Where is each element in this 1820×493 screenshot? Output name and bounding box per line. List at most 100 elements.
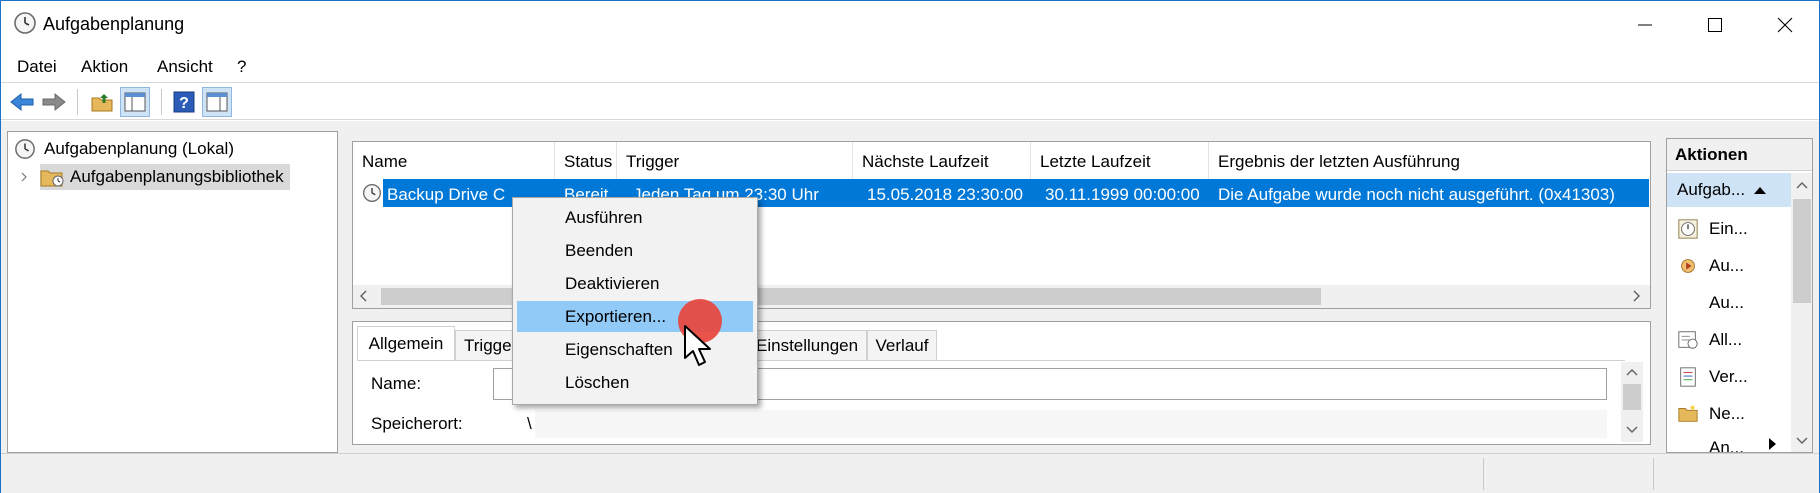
action-item-an[interactable]: An... xyxy=(1667,429,1777,453)
tab-verlauf[interactable]: Verlauf xyxy=(867,330,937,361)
tree-node-library-label: Aufgabenplanungsbibliothek xyxy=(70,167,284,186)
context-menu-item-label: Eigenschaften xyxy=(565,339,673,359)
close-icon xyxy=(1777,17,1793,33)
context-menu-item-label: Deaktivieren xyxy=(565,273,660,293)
column-header-trigger[interactable]: Trigger xyxy=(617,142,853,182)
context-menu-disable[interactable]: Deaktivieren xyxy=(517,268,753,299)
column-header-result[interactable]: Ergebnis der letzten Ausführung xyxy=(1209,142,1650,182)
menu-datei[interactable]: Datei xyxy=(17,57,57,77)
column-header-last-run-label: Letzte Laufzeit xyxy=(1040,152,1151,171)
action-item-au-2[interactable]: Au... xyxy=(1667,284,1792,321)
title-bar[interactable]: Aufgabenplanung xyxy=(1,1,1819,49)
column-header-name[interactable]: Name xyxy=(353,142,555,182)
folder-clock-icon xyxy=(40,170,64,187)
toolbar-separator xyxy=(161,89,162,115)
help-button[interactable]: ? xyxy=(169,87,199,117)
toolbar-separator xyxy=(77,89,78,115)
chevron-down-icon[interactable] xyxy=(1626,424,1638,434)
action-pane-icon xyxy=(206,92,228,112)
scrollbar-thumb[interactable] xyxy=(1623,384,1641,410)
tree-node-library[interactable]: Aufgabenplanungsbibliothek xyxy=(18,164,290,190)
submenu-arrow-icon[interactable] xyxy=(1767,437,1777,451)
collapse-up-icon[interactable] xyxy=(1753,185,1767,195)
location-value: \ xyxy=(527,414,532,433)
console-tree-icon xyxy=(124,92,146,112)
name-label: Name: xyxy=(371,374,422,393)
actions-section-task[interactable]: Aufgab... xyxy=(1667,173,1792,207)
context-menu-properties[interactable]: Eigenschaften xyxy=(517,334,753,365)
chevron-right-icon[interactable] xyxy=(18,171,30,183)
console-tree: Aufgabenplanung (Lokal) Aufgabenplanungs… xyxy=(7,131,338,453)
context-menu-item-label: Löschen xyxy=(565,372,630,392)
tab-einstellungen[interactable]: Einstellungen xyxy=(753,330,867,361)
toolbar: ? xyxy=(1,82,1819,120)
column-header-result-label: Ergebnis der letzten Ausführung xyxy=(1218,152,1460,171)
context-menu: Ausführen Beenden Deaktivieren Exportier… xyxy=(512,197,758,405)
maximize-button[interactable] xyxy=(1683,1,1747,49)
folder-up-icon xyxy=(91,94,113,112)
menu-help[interactable]: ? xyxy=(237,57,246,77)
details-vertical-scrollbar[interactable] xyxy=(1621,362,1643,442)
up-folder-button[interactable] xyxy=(87,87,117,117)
new-folder-icon xyxy=(1678,404,1698,422)
list-clock-icon xyxy=(1678,330,1698,349)
history-icon xyxy=(1680,366,1696,387)
scrollbar-thumb[interactable] xyxy=(1793,199,1811,303)
location-label: Speicherort: xyxy=(371,414,463,433)
action-item-label: All... xyxy=(1709,329,1743,349)
tab-einstellungen-label: Einstellungen xyxy=(756,336,859,355)
column-header-next-run[interactable]: Nächste Laufzeit xyxy=(853,142,1031,182)
chevron-left-icon[interactable] xyxy=(359,290,369,302)
tab-trigger-label: Trigge xyxy=(464,336,512,355)
close-button[interactable] xyxy=(1753,1,1817,49)
task-next-run-cell: 15.05.2018 23:30:00 xyxy=(867,185,1023,204)
context-menu-delete[interactable]: Löschen xyxy=(517,367,753,398)
menu-ansicht[interactable]: Ansicht xyxy=(157,57,213,77)
tab-allgemein-label: Allgemein xyxy=(368,334,444,353)
action-item-label: Ver... xyxy=(1709,366,1748,386)
actions-vertical-scrollbar[interactable] xyxy=(1791,173,1812,452)
minimize-icon xyxy=(1638,24,1652,26)
minimize-button[interactable] xyxy=(1613,1,1677,49)
context-menu-item-label: Beenden xyxy=(565,240,634,260)
action-item-label: An... xyxy=(1709,437,1744,453)
svg-text:?: ? xyxy=(179,95,189,112)
tab-trigger[interactable]: Trigge xyxy=(455,330,515,361)
show-action-pane-button[interactable] xyxy=(202,87,232,117)
column-header-last-run[interactable]: Letzte Laufzeit xyxy=(1031,142,1209,182)
chevron-right-icon[interactable] xyxy=(1631,290,1641,302)
menu-aktion[interactable]: Aktion xyxy=(81,57,128,77)
tab-allgemein[interactable]: Allgemein xyxy=(357,326,455,361)
status-bar xyxy=(1,453,1819,493)
menu-bar: Datei Aktion Ansicht ? xyxy=(1,51,1819,81)
forward-button[interactable] xyxy=(39,87,69,117)
context-menu-item-label: Ausführen xyxy=(565,207,643,227)
action-item-ne[interactable]: Ne... xyxy=(1667,395,1792,432)
context-menu-item-label: Exportieren... xyxy=(565,306,667,326)
action-item-all[interactable]: All... xyxy=(1667,321,1792,358)
clock-icon xyxy=(14,12,36,34)
clock-icon xyxy=(1678,218,1698,239)
context-menu-end[interactable]: Beenden xyxy=(517,235,753,266)
mouse-pointer-icon xyxy=(684,325,711,366)
clock-icon xyxy=(15,139,35,159)
show-console-tree-button[interactable] xyxy=(120,87,150,117)
location-field[interactable] xyxy=(535,410,1607,438)
chevron-up-icon[interactable] xyxy=(1796,181,1808,191)
run-task-icon xyxy=(1681,258,1695,273)
action-item-label: Ein... xyxy=(1709,218,1748,238)
context-menu-run[interactable]: Ausführen xyxy=(517,202,753,233)
chevron-up-icon[interactable] xyxy=(1626,368,1638,378)
task-name-cell: Backup Drive C xyxy=(387,185,506,204)
back-button[interactable] xyxy=(7,87,37,117)
task-result-cell: Die Aufgabe wurde noch nicht ausgeführt.… xyxy=(1218,185,1615,204)
task-last-run-cell: 30.11.1999 00:00:00 xyxy=(1045,185,1200,204)
column-header-status[interactable]: Status xyxy=(555,142,617,182)
action-item-label: Au... xyxy=(1709,292,1744,312)
chevron-down-icon[interactable] xyxy=(1796,435,1808,445)
tree-node-root[interactable]: Aufgabenplanung (Lokal) xyxy=(14,136,234,162)
action-item-ver[interactable]: Ver... xyxy=(1667,358,1792,395)
action-item-ein[interactable]: Ein... xyxy=(1667,210,1792,247)
action-item-label: Ne... xyxy=(1709,403,1745,423)
action-item-au-1[interactable]: Au... xyxy=(1667,247,1792,284)
